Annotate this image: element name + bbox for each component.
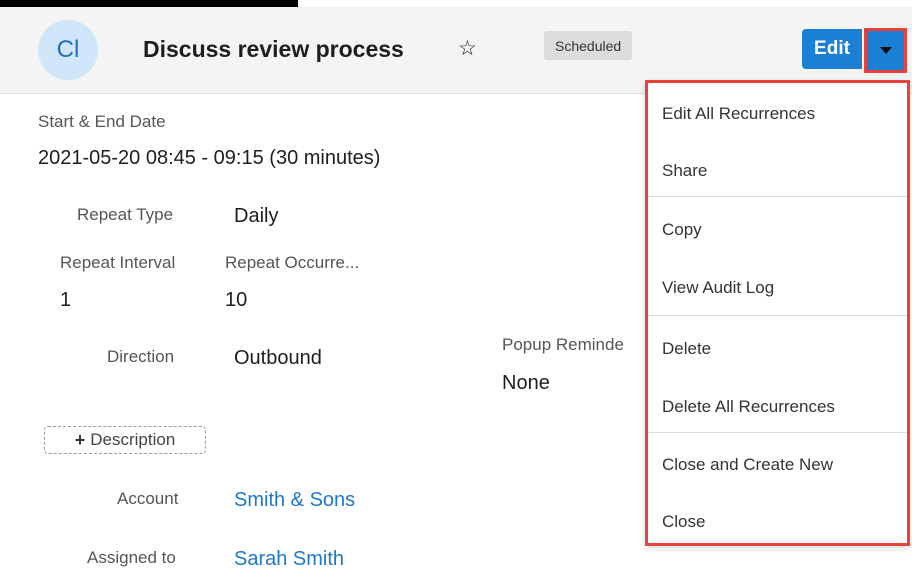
assigned-to-label: Assigned to xyxy=(87,548,176,567)
menu-divider xyxy=(648,315,907,316)
menu-item-share[interactable]: Share xyxy=(662,161,707,181)
repeat-occurrences-value[interactable]: 10 xyxy=(225,289,247,312)
direction-value[interactable]: Outbound xyxy=(234,347,322,370)
popup-reminder-label: Popup Reminde xyxy=(502,335,624,354)
popup-reminder-value[interactable]: None xyxy=(502,372,550,395)
direction-label: Direction xyxy=(107,347,175,366)
repeat-type-label: Repeat Type xyxy=(77,205,174,224)
menu-item-edit-all-recurrences[interactable]: Edit All Recurrences xyxy=(662,104,815,124)
account-link[interactable]: Smith & Sons xyxy=(234,489,355,512)
page-title: Discuss review process xyxy=(143,36,404,62)
assigned-to-link[interactable]: Sarah Smith xyxy=(234,548,344,571)
repeat-occurrences-label: Repeat Occurre... xyxy=(225,253,360,272)
caret-down-icon xyxy=(879,47,892,54)
status-badge: Scheduled xyxy=(544,31,633,60)
top-accent-bar xyxy=(0,0,298,7)
menu-item-close[interactable]: Close xyxy=(662,512,705,532)
plus-icon: + xyxy=(74,429,86,450)
start-end-date-label: Start & End Date xyxy=(38,112,166,131)
add-description-label: Description xyxy=(90,430,176,449)
actions-dropdown-menu: Edit All Recurrences Share Copy View Aud… xyxy=(645,80,910,546)
account-label: Account xyxy=(117,489,179,508)
edit-button[interactable]: Edit xyxy=(802,29,862,69)
star-icon[interactable]: ☆ xyxy=(458,36,477,61)
menu-divider xyxy=(648,196,907,197)
menu-item-view-audit-log[interactable]: View Audit Log xyxy=(662,278,774,298)
menu-divider xyxy=(648,432,907,433)
menu-item-close-and-create-new[interactable]: Close and Create New xyxy=(662,455,833,475)
menu-item-delete[interactable]: Delete xyxy=(662,339,711,359)
avatar: Cl xyxy=(38,20,98,80)
repeat-interval-value[interactable]: 1 xyxy=(60,289,71,312)
actions-dropdown-button[interactable] xyxy=(864,28,907,73)
menu-item-copy[interactable]: Copy xyxy=(662,220,702,240)
menu-item-delete-all-recurrences[interactable]: Delete All Recurrences xyxy=(662,397,835,417)
add-description-button[interactable]: + Description xyxy=(44,426,206,454)
repeat-interval-label: Repeat Interval xyxy=(60,253,176,272)
repeat-type-value[interactable]: Daily xyxy=(234,205,278,228)
start-end-date-value[interactable]: 2021-05-20 08:45 - 09:15 (30 minutes) xyxy=(38,147,380,170)
